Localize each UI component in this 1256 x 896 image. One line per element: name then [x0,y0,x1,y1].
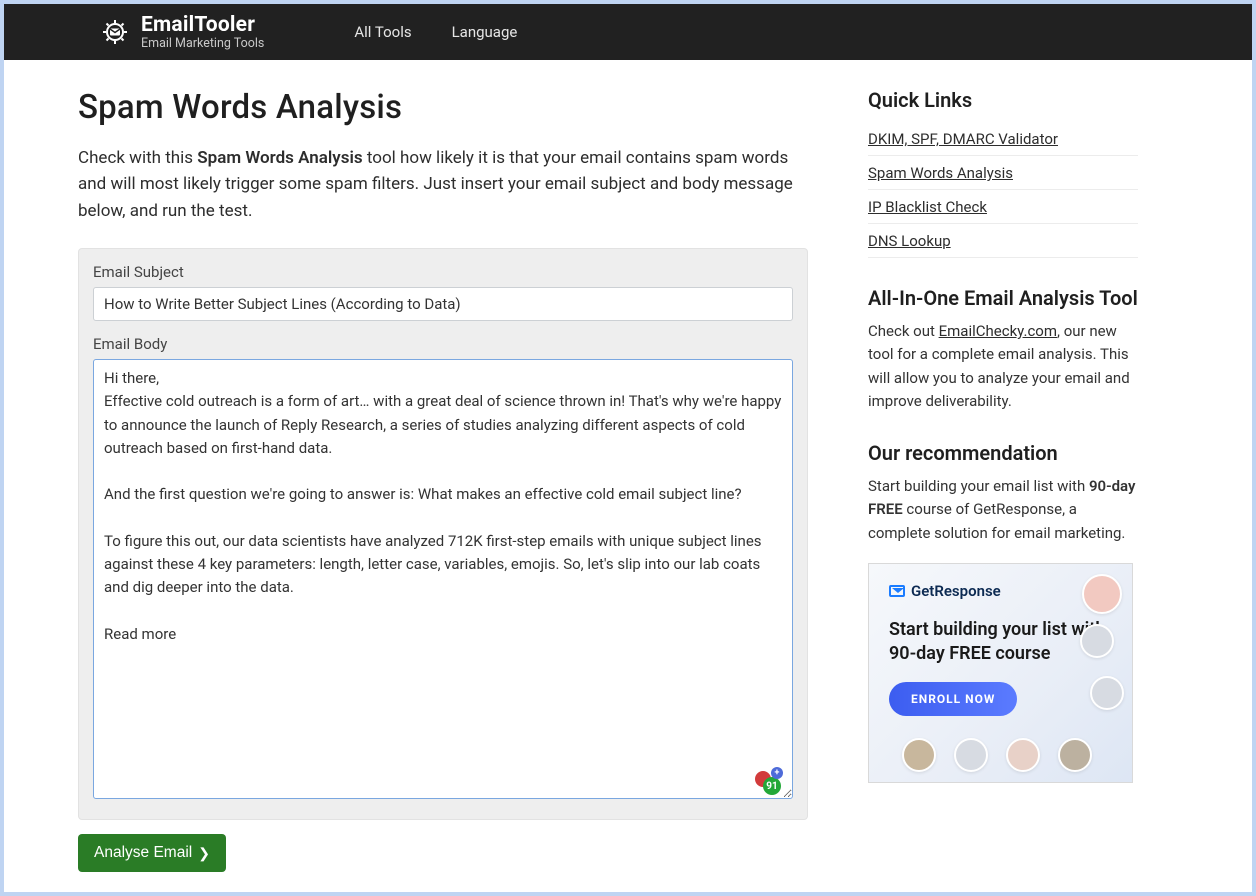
avatar-icon [902,738,936,772]
email-subject-input[interactable] [93,287,793,321]
avatar-icon [954,738,988,772]
email-body-textarea[interactable] [93,359,793,799]
brand-tagline: Email Marketing Tools [141,37,264,50]
quick-link-dns[interactable]: DNS Lookup [868,232,951,250]
quick-link-spam[interactable]: Spam Words Analysis [868,164,1013,182]
analyse-email-button[interactable]: Analyse Email ❯ [78,834,226,872]
recommendation-heading: Our recommendation [868,441,1138,465]
recommendation-text: Start building your email list with 90-d… [868,475,1138,545]
spam-form-card: Email Subject Email Body 91 + [78,248,808,820]
avatar-icon [1080,624,1114,658]
gear-envelope-icon [99,16,131,48]
avatar-icon [1058,738,1092,772]
avatar-icon [1006,738,1040,772]
page-title: Spam Words Analysis [78,88,808,127]
avatar-icon [1090,676,1124,710]
nav-all-tools[interactable]: All Tools [354,23,411,41]
ad-enroll-button[interactable]: ENROLL NOW [889,682,1017,716]
quick-link-dkim[interactable]: DKIM, SPF, DMARC Validator [868,130,1058,148]
brand-name: EmailTooler [141,14,264,36]
brand[interactable]: EmailTooler Email Marketing Tools [99,14,264,50]
chevron-right-icon: ❯ [198,845,210,862]
avatar-icon [1082,574,1122,614]
envelope-icon [889,585,905,597]
subject-label: Email Subject [93,263,793,281]
intro-text: Check with this Spam Words Analysis tool… [78,145,808,224]
top-navbar: EmailTooler Email Marketing Tools All To… [4,4,1252,60]
allinone-text: Check out EmailChecky.com, our new tool … [868,320,1138,413]
ad-brand: GetResponse [889,582,1112,600]
quick-links-list: DKIM, SPF, DMARC Validator Spam Words An… [868,122,1138,258]
ad-headline: Start building your list with 90-day FRE… [889,618,1112,667]
allinone-heading: All-In-One Email Analysis Tool [868,286,1138,310]
emailchecky-link[interactable]: EmailChecky.com [939,322,1057,340]
quick-link-blacklist[interactable]: IP Blacklist Check [868,198,987,216]
quick-links-heading: Quick Links [868,88,1138,112]
body-label: Email Body [93,335,793,353]
nav-language[interactable]: Language [452,23,518,41]
analyse-button-label: Analyse Email [94,844,192,862]
getresponse-ad[interactable]: GetResponse Start building your list wit… [868,563,1133,783]
